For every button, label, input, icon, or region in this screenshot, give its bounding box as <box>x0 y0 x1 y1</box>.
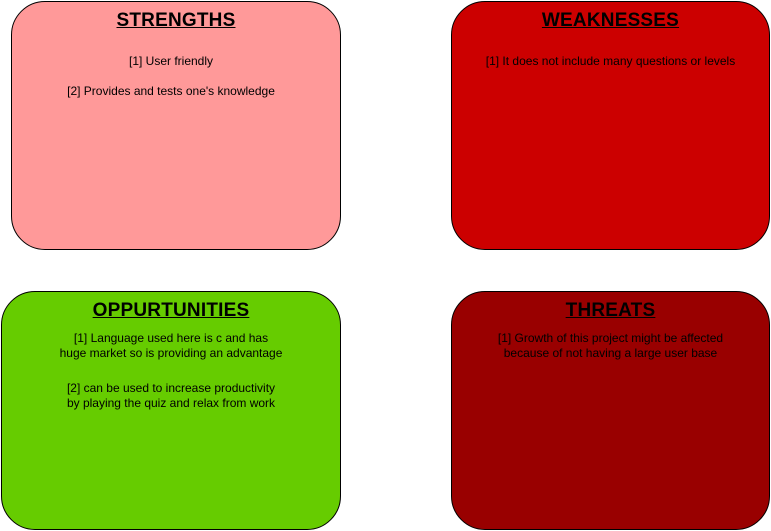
threats-box: THREATS [1] Growth of this project might… <box>451 291 770 530</box>
opportunities-title: OPPURTUNITIES <box>92 300 250 321</box>
weaknesses-point-1: [1] It does not include many questions o… <box>485 54 736 68</box>
opportunities-point-1-line-2: huge market so is providing an advantage <box>59 346 283 360</box>
threats-point-1-line-2: because of not having a large user base <box>503 346 718 360</box>
strengths-point-1: [1] User friendly <box>128 54 214 68</box>
weaknesses-title: WEAKNESSES <box>541 10 680 31</box>
strengths-point-2: [2] Provides and tests one's knowledge <box>67 84 275 98</box>
opportunities-point-2-line-1: [2] can be used to increase productivity <box>66 381 276 395</box>
opportunities-point-2-line-2: by playing the quiz and relax from work <box>66 396 276 410</box>
strengths-title: STRENGTHS <box>116 10 236 31</box>
opportunities-point-1-line-1: [1] Language used here is c and has <box>73 331 269 345</box>
opportunities-box: OPPURTUNITIES [1] Language used here is … <box>1 291 341 530</box>
threats-point-1-line-1: [1] Growth of this project might be affe… <box>497 331 724 345</box>
threats-title: THREATS <box>565 300 656 321</box>
strengths-box: STRENGTHS [1] User friendly [2] Provides… <box>11 1 341 250</box>
weaknesses-box: WEAKNESSES [1] It does not include many … <box>451 1 770 250</box>
